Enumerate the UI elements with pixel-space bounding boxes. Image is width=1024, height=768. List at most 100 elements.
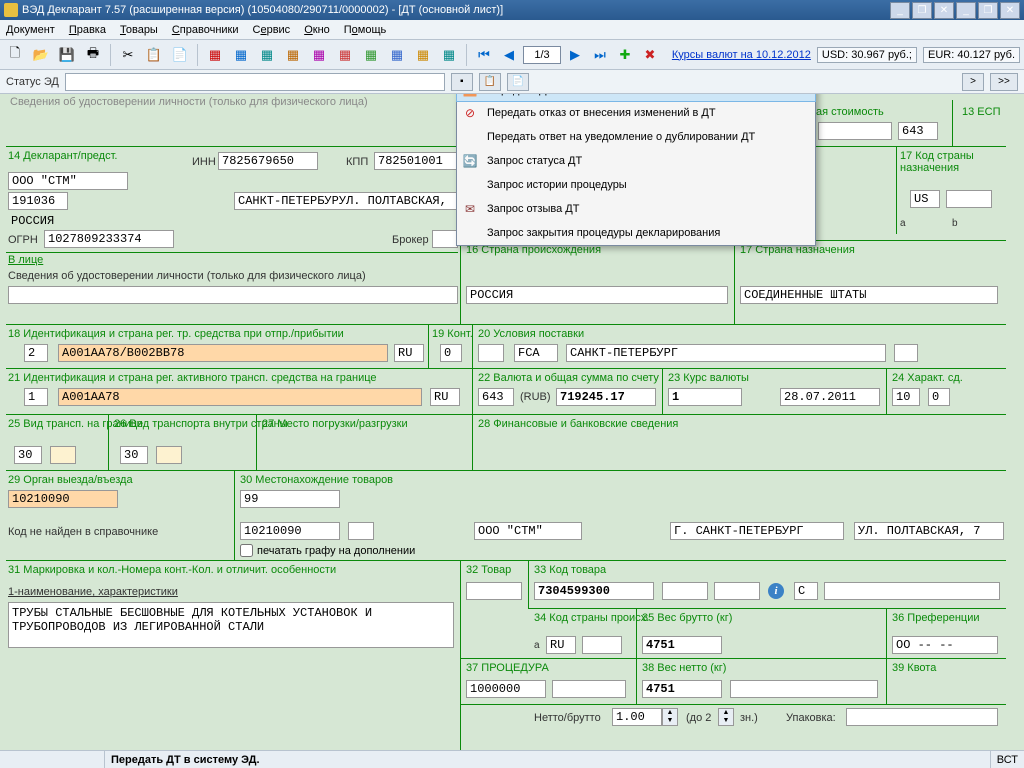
ogrn-input[interactable]: 1027809233374 (44, 230, 174, 248)
f20-place[interactable]: САНКТ-ПЕТЕРБУРГ (566, 344, 886, 362)
f20-blank[interactable] (478, 344, 504, 362)
f24-v1[interactable]: 10 (892, 388, 920, 406)
doc-minimize-button[interactable]: _ (956, 2, 976, 19)
postcode-input[interactable]: 191036 (8, 192, 68, 210)
tool2-icon[interactable]: ▦ (230, 44, 252, 66)
tool1-icon[interactable]: ▦ (204, 44, 226, 66)
new-icon[interactable]: 🗋 (4, 44, 26, 66)
tool9-icon[interactable]: ▦ (412, 44, 434, 66)
f30-street[interactable]: УЛ. ПОЛТАВСКАЯ, 7 (854, 522, 1004, 540)
f21-count[interactable]: 1 (24, 388, 48, 406)
next-page-icon[interactable]: ▶ (564, 44, 586, 66)
pack-input[interactable] (846, 708, 998, 726)
person-input[interactable] (8, 286, 458, 304)
f26-extra[interactable] (156, 446, 182, 464)
close-button[interactable]: ✕ (934, 2, 954, 19)
menu-window[interactable]: Окно (304, 24, 330, 36)
f25-value[interactable]: 30 (14, 446, 42, 464)
f33-b2[interactable] (714, 582, 760, 600)
paste-icon[interactable]: 📄 (169, 44, 191, 66)
copy-icon[interactable]: 📋 (143, 44, 165, 66)
tool5-icon[interactable]: ▦ (308, 44, 330, 66)
menu-item-dup[interactable]: Передать ответ на уведомление о дублиров… (457, 125, 815, 149)
f24-v2[interactable]: 0 (928, 388, 950, 406)
f30-company[interactable]: ООО "СТМ" (474, 522, 582, 540)
tool10-icon[interactable]: ▦ (438, 44, 460, 66)
rates-link[interactable]: Курсы валют на 10.12.2012 (672, 49, 811, 61)
f25-extra[interactable] (50, 446, 76, 464)
f30-checkbox[interactable]: печатать графу на дополнении (240, 544, 415, 557)
info-icon[interactable]: i (768, 583, 784, 599)
inn-input[interactable]: 7825679650 (218, 152, 318, 170)
status-btn-3[interactable]: 📄 (507, 73, 529, 91)
f13-value[interactable]: 643 (898, 122, 938, 140)
f20-term[interactable]: FCA (514, 344, 558, 362)
f33-suffix[interactable]: С (794, 582, 818, 600)
broker-input[interactable] (432, 230, 458, 248)
menu-item-status[interactable]: 🔄 Запрос статуса ДТ (457, 149, 815, 173)
tool6-icon[interactable]: ▦ (334, 44, 356, 66)
kpp-input[interactable]: 782501001 (374, 152, 464, 170)
f38-extra[interactable] (730, 680, 878, 698)
nav-last-button[interactable]: >> (990, 73, 1018, 91)
f33-b1[interactable] (662, 582, 708, 600)
f35-value[interactable]: 4751 (642, 636, 722, 654)
f37-extra[interactable] (552, 680, 626, 698)
f31-text[interactable]: ТРУБЫ СТАЛЬНЫЕ БЕСШОВНЫЕ ДЛЯ КОТЕЛЬНЫХ У… (8, 602, 454, 648)
menu-service[interactable]: Сервис (253, 24, 291, 36)
tool7-icon[interactable]: ▦ (360, 44, 382, 66)
f17-value[interactable]: US (910, 190, 940, 208)
f34-extra[interactable] (582, 636, 622, 654)
menu-item-refuse[interactable]: ⊘ Передать отказ от внесения изменений в… (457, 101, 815, 125)
f20-extra[interactable] (894, 344, 918, 362)
f34-value[interactable]: RU (546, 636, 576, 654)
tool3-icon[interactable]: ▦ (256, 44, 278, 66)
doc-restore-button[interactable]: ❐ (978, 2, 998, 19)
menu-item-recall[interactable]: ✉ Запрос отзыва ДТ (457, 197, 815, 221)
delete-page-icon[interactable]: ✖ (639, 44, 661, 66)
f30-chk-box[interactable] (240, 544, 253, 557)
f17-extra[interactable] (946, 190, 992, 208)
f37-value[interactable]: 1000000 (466, 680, 546, 698)
status-btn-1[interactable]: ▪ (451, 73, 473, 91)
f23-date[interactable]: 28.07.2011 (780, 388, 880, 406)
nb-spinner2[interactable]: ▲▼ (718, 708, 734, 726)
nav-next-button[interactable]: > (962, 73, 984, 91)
open-icon[interactable]: 📂 (30, 44, 52, 66)
minimize-button[interactable]: _ (890, 2, 910, 19)
status-ed-input[interactable] (65, 73, 445, 91)
f22-sum[interactable]: 719245.17 (556, 388, 656, 406)
save-icon[interactable]: 💾 (56, 44, 78, 66)
f21-country[interactable]: RU (430, 388, 460, 406)
add-page-icon[interactable]: ✚ (614, 44, 636, 66)
menu-goods[interactable]: Товары (120, 24, 158, 36)
f33-value[interactable]: 7304599300 (534, 582, 654, 600)
address-input[interactable]: САНКТ-ПЕТЕРБУРУЛ. ПОЛТАВСКАЯ, (234, 192, 458, 210)
f19-value[interactable]: 0 (440, 344, 462, 362)
menu-document[interactable]: Документ (6, 24, 55, 36)
f-cost-input[interactable] (818, 122, 892, 140)
f30-code[interactable]: 10210090 (240, 522, 340, 540)
f21-ids[interactable]: А001АА78 (58, 388, 422, 406)
f18-ids[interactable]: А001АА78/В002ВВ78 (58, 344, 388, 362)
f26-value[interactable]: 30 (120, 446, 148, 464)
last-page-icon[interactable]: ⏭ (589, 44, 611, 66)
nb-spinner[interactable]: ▲▼ (662, 708, 678, 726)
f32-input[interactable] (466, 582, 522, 600)
tool8-icon[interactable]: ▦ (386, 44, 408, 66)
restore-button[interactable]: ❐ (912, 2, 932, 19)
page-input[interactable] (523, 46, 561, 64)
f18-count[interactable]: 2 (24, 344, 48, 362)
print-icon[interactable]: 🖶 (82, 44, 104, 66)
menu-edit[interactable]: Правка (69, 24, 106, 36)
tool4-icon[interactable]: ▦ (282, 44, 304, 66)
status-btn-2[interactable]: 📋 (479, 73, 501, 91)
f29-value[interactable]: 10210090 (8, 490, 118, 508)
f18-country[interactable]: RU (394, 344, 424, 362)
f36-value[interactable]: ОО -- -- (892, 636, 998, 654)
f22-code[interactable]: 643 (478, 388, 514, 406)
nb-value[interactable]: 1.00 (612, 708, 662, 726)
menu-help[interactable]: Помощь (344, 24, 387, 36)
f17b-input[interactable]: СОЕДИНЕННЫЕ ШТАТЫ (740, 286, 998, 304)
first-page-icon[interactable]: ⏮ (473, 44, 495, 66)
